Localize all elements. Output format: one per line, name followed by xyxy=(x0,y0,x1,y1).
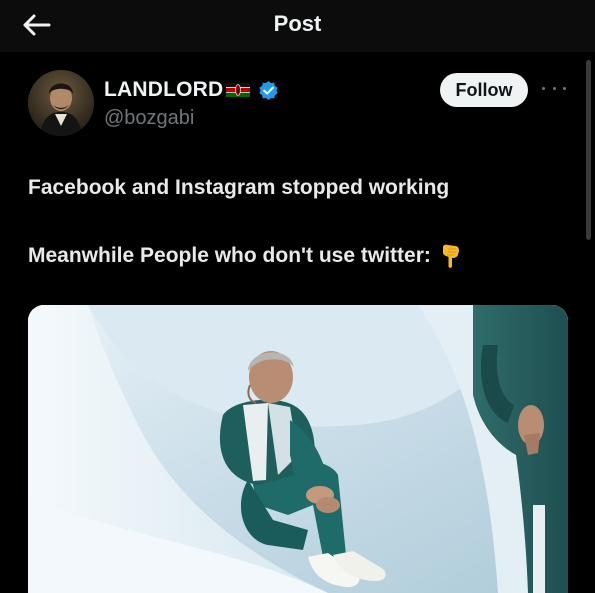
kenya-flag-icon xyxy=(226,83,251,97)
author-display-name[interactable]: LANDLORD xyxy=(104,78,223,102)
post-media-image[interactable] xyxy=(28,305,568,593)
scene-illustration xyxy=(28,305,568,593)
pointing-down-emoji-icon xyxy=(442,244,459,268)
top-bar: Post xyxy=(0,0,595,52)
page-title: Post xyxy=(273,11,322,36)
follow-button[interactable]: Follow xyxy=(440,73,528,107)
avatar[interactable] xyxy=(28,70,94,136)
avatar-image xyxy=(28,70,94,136)
verified-badge-icon xyxy=(259,80,279,100)
more-options-icon[interactable] xyxy=(542,82,566,94)
author-name-row[interactable]: LANDLORD xyxy=(104,77,279,103)
post-text-line-1: Facebook and Instagram stopped working xyxy=(28,176,450,199)
scrollbar[interactable] xyxy=(586,60,591,240)
post-text-line-2: Meanwhile People who don't use twitter: xyxy=(28,244,431,267)
post-text-line-2-row: Meanwhile People who don't use twitter: xyxy=(28,243,461,269)
author-handle[interactable]: @bozgabi xyxy=(104,107,194,130)
